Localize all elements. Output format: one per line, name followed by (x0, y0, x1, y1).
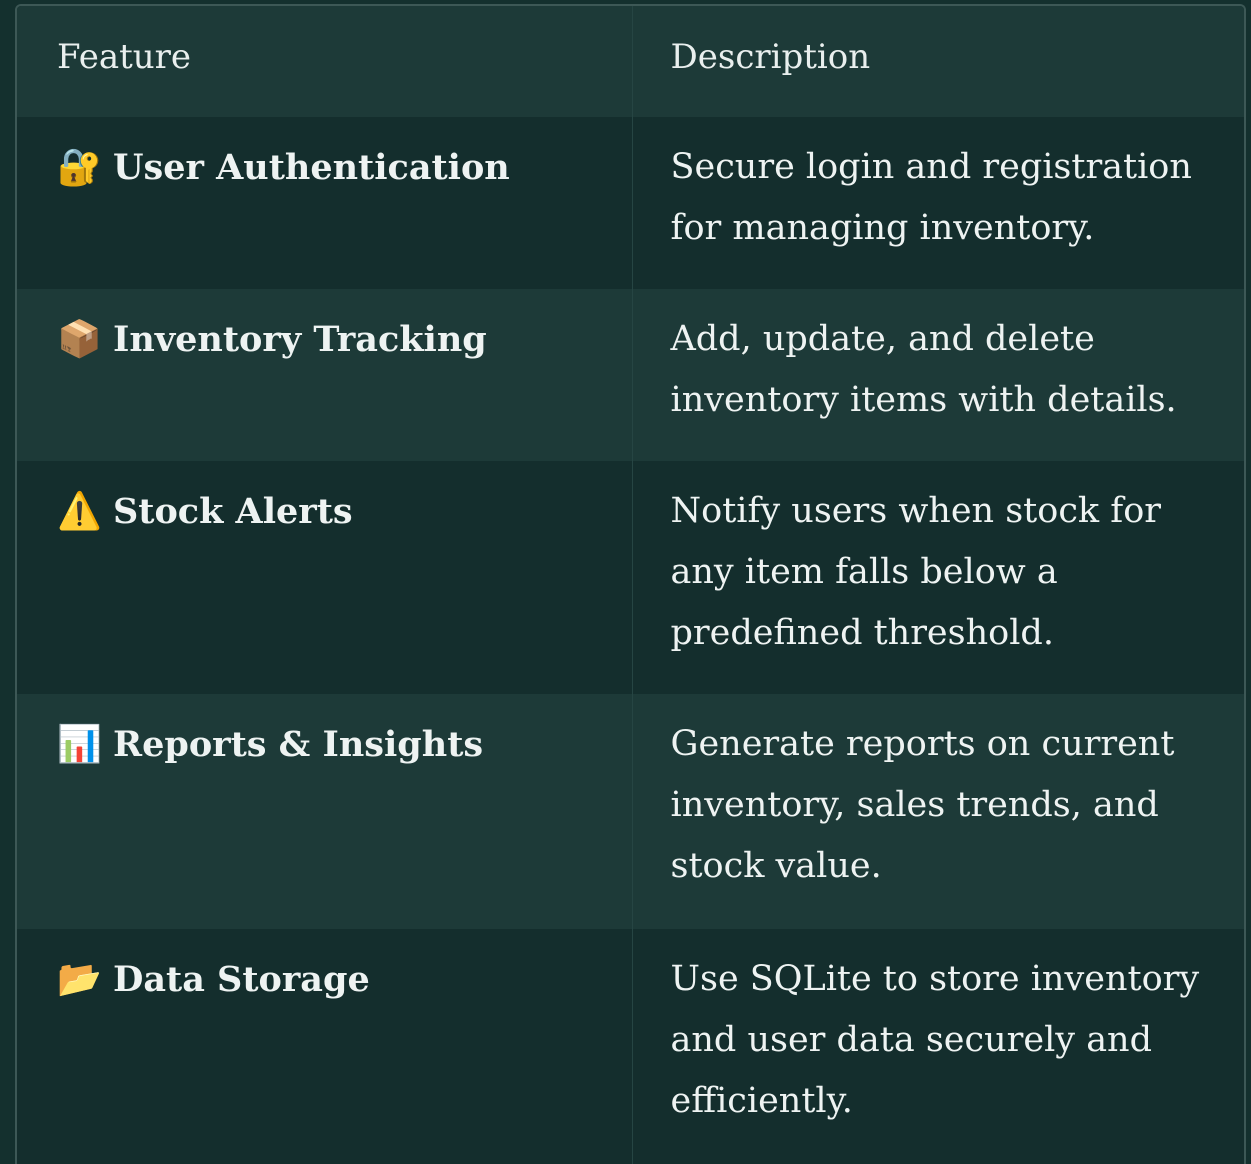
feature-name: Reports & Insights (113, 724, 484, 765)
bar-chart-icon: 📊 (57, 724, 102, 765)
table-row: 📂 Data Storage Use SQLite to store invent… (17, 929, 1244, 1164)
description-cell: Use SQLite to store inventory and user d… (631, 929, 1244, 1164)
feature-name: Stock Alerts (113, 491, 353, 532)
open-folder-icon: 📂 (57, 959, 102, 1000)
feature-name: Data Storage (113, 959, 370, 1000)
features-table-container: Feature Description 🔐 User Authentication… (15, 4, 1246, 1164)
description-cell: Add, update, and delete inventory items … (631, 289, 1244, 461)
feature-cell: 📊 Reports & Insights (17, 694, 632, 929)
feature-name: Inventory Tracking (113, 319, 487, 360)
feature-cell: 📂 Data Storage (17, 929, 632, 1164)
header-description: Description (631, 6, 1244, 117)
feature-cell: 📦 Inventory Tracking (17, 289, 632, 461)
header-feature: Feature (57, 37, 192, 77)
features-table: Feature Description 🔐 User Authentication… (17, 6, 1244, 1164)
warning-icon: ⚠️ (57, 491, 102, 532)
description-cell: Generate reports on current inventory, s… (631, 694, 1244, 929)
feature-name: User Authentication (113, 147, 510, 188)
feature-cell: 🔐 User Authentication (17, 117, 632, 289)
header-row: Feature Description (17, 6, 1244, 117)
table-row: 🔐 User Authentication Secure login and re… (17, 117, 1244, 289)
table-body: 🔐 User Authentication Secure login and re… (17, 117, 1244, 1164)
package-icon: 📦 (57, 319, 102, 360)
feature-cell: ⚠️ Stock Alerts (17, 461, 632, 694)
description-cell: Secure login and registration for managi… (631, 117, 1244, 289)
description-cell: Notify users when stock for any item fal… (631, 461, 1244, 694)
table-row: ⚠️ Stock Alerts Notify users when stock f… (17, 461, 1244, 694)
table-header: Feature Description (17, 6, 1244, 117)
table-row: 📦 Inventory Tracking Add, update, and del… (17, 289, 1244, 461)
locked-with-key-icon: 🔐 (57, 147, 102, 188)
table-row: 📊 Reports & Insights Generate reports on … (17, 694, 1244, 929)
